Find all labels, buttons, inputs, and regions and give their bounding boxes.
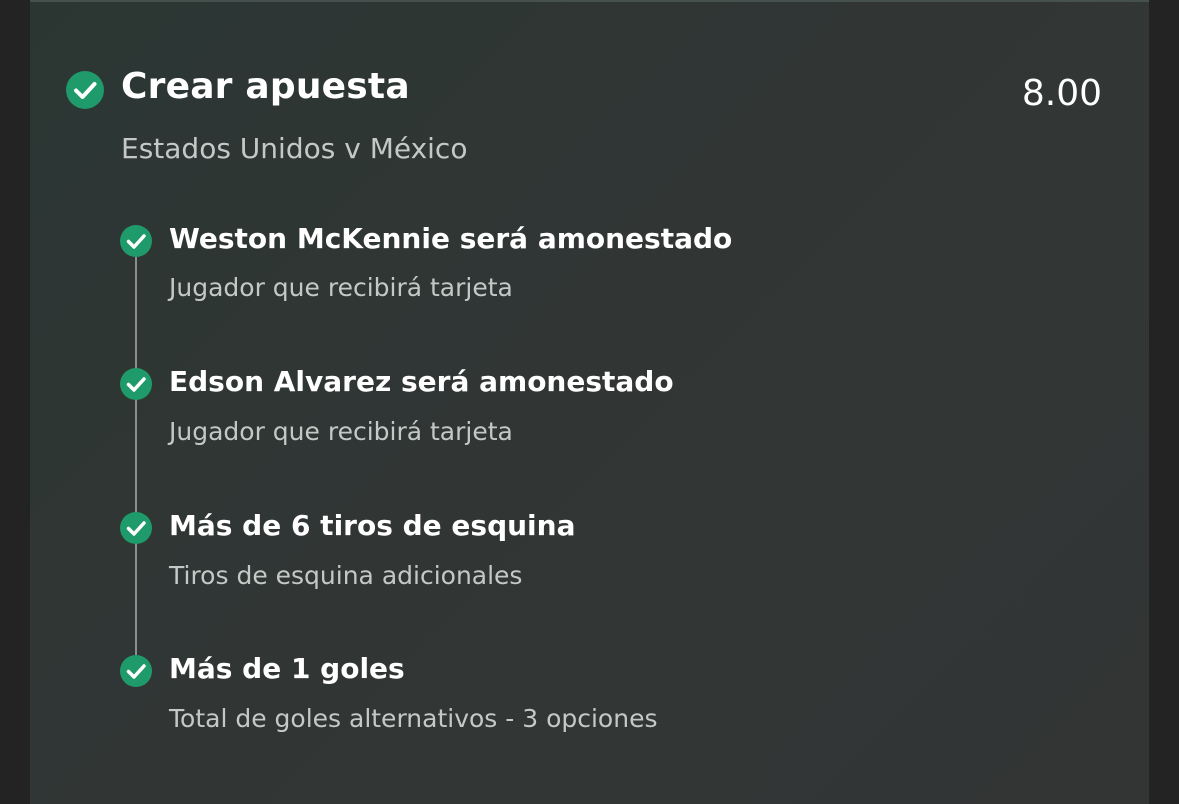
bet-leg-subtitle: Total de goles alternativos - 3 opciones [169,704,658,733]
bet-leg-title: Edson Alvarez será amonestado [169,365,674,398]
bet-leg-title: Weston McKennie será amonestado [169,222,733,255]
check-circle-icon [120,512,152,544]
bet-odds: 8.00 [1021,73,1102,114]
bet-builder-panel: Crear apuesta 8.00 Estados Unidos v Méxi… [30,0,1149,804]
timeline-connector [135,257,137,667]
bet-leg-subtitle: Jugador que recibirá tarjeta [169,417,513,446]
check-circle-icon [120,368,152,400]
check-circle-icon [120,655,152,687]
match-name: Estados Unidos v México [121,132,468,165]
bet-leg-subtitle: Tiros de esquina adicionales [169,561,523,590]
bet-leg-title: Más de 6 tiros de esquina [169,509,576,542]
check-circle-icon [120,225,152,257]
bet-leg-title: Más de 1 goles [169,652,405,685]
bet-leg: Más de 1 goles Total de goles alternativ… [30,2,1030,733]
bet-leg-subtitle: Jugador que recibirá tarjeta [169,273,513,302]
